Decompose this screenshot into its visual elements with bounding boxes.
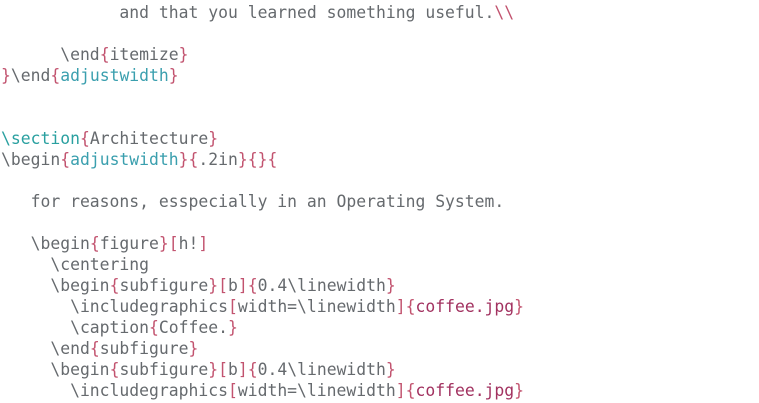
code-token: \end: [1, 339, 90, 358]
code-token: }: [1, 66, 11, 85]
code-token: {: [89, 234, 100, 253]
code-token: }: [208, 129, 219, 148]
code-token: }: [385, 360, 396, 379]
code-token: }: [178, 45, 189, 64]
code-token: }[: [208, 276, 228, 295]
code-token: }: [227, 318, 238, 337]
code-token: \\: [494, 3, 515, 22]
code-token: b: [228, 360, 238, 379]
code-line[interactable]: \begin{subfigure}[b]{0.4\linewidth}: [1, 359, 396, 380]
code-token: \section: [1, 129, 80, 148]
code-token: \begin: [1, 150, 61, 169]
code-token: }{}{: [237, 150, 278, 169]
code-token: subfigure: [119, 276, 209, 295]
code-token: ]{: [237, 276, 258, 295]
code-token: 0.4\linewidth: [257, 360, 386, 379]
code-token: {: [109, 276, 120, 295]
code-token: Coffee.: [158, 318, 228, 337]
code-token: }{: [178, 150, 199, 169]
code-token: adjustwidth: [70, 150, 179, 169]
code-line[interactable]: \section{Architecture}: [1, 128, 218, 149]
code-line[interactable]: for reasons, esspecially in an Operating…: [1, 191, 505, 212]
code-token: width=\linewidth: [237, 297, 396, 316]
code-token: }[: [208, 360, 228, 379]
code-token: }: [514, 297, 525, 316]
code-line[interactable]: \end{subfigure}: [1, 338, 198, 359]
code-editor[interactable]: and that you learned something useful.\\…: [0, 0, 759, 403]
code-token: [: [227, 381, 238, 400]
code-token: ]{: [395, 297, 416, 316]
code-line[interactable]: \includegraphics[width=\linewidth]{coffe…: [1, 380, 524, 401]
code-token: 0.4\linewidth: [257, 276, 386, 295]
code-token: {: [149, 318, 159, 337]
code-token: ]{: [237, 360, 258, 379]
code-line[interactable]: \begin{subfigure}[b]{0.4\linewidth}: [1, 275, 396, 296]
code-token: }[: [158, 234, 179, 253]
code-token: [: [227, 297, 238, 316]
code-line[interactable]: \begin{figure}[h!]: [1, 233, 209, 254]
code-line[interactable]: \caption{Coffee.}: [1, 317, 238, 338]
code-token: itemize: [109, 45, 179, 64]
code-token: coffee.jpg: [415, 297, 515, 316]
code-line[interactable]: \includegraphics[width=\linewidth]{coffe…: [1, 296, 524, 317]
code-token: coffee.jpg: [415, 381, 515, 400]
code-token: {: [89, 339, 100, 358]
code-token: subfigure: [119, 360, 209, 379]
code-token: }: [385, 276, 396, 295]
code-token: {: [109, 360, 120, 379]
code-token: ]: [198, 234, 209, 253]
code-line[interactable]: \end{itemize}: [1, 44, 189, 65]
code-token: h!: [178, 234, 199, 253]
code-token: {: [60, 150, 71, 169]
code-line[interactable]: }\end{adjustwidth}: [1, 65, 179, 86]
code-token: \begin: [1, 360, 110, 379]
code-token: \begin: [1, 234, 90, 253]
code-token: ]{: [395, 381, 416, 400]
code-token: {: [50, 66, 61, 85]
code-token: b: [228, 276, 238, 295]
code-token: .2in: [198, 150, 238, 169]
code-token: \end: [10, 66, 51, 85]
code-token: adjustwidth: [60, 66, 169, 85]
code-token: }: [188, 339, 199, 358]
code-token: for reasons, esspecially in an Operating…: [1, 192, 505, 211]
code-token: Architecture: [89, 129, 209, 148]
code-token: \caption: [1, 318, 150, 337]
code-line[interactable]: \begin{adjustwidth}{.2in}{}{: [1, 149, 277, 170]
code-token: subfigure: [99, 339, 189, 358]
code-token: \begin: [1, 276, 110, 295]
code-token: width=\linewidth: [237, 381, 396, 400]
code-token: }: [168, 66, 179, 85]
code-token: and that you learned something useful.: [1, 3, 495, 22]
code-token: }: [514, 381, 525, 400]
code-token: \end: [1, 45, 100, 64]
code-token: {: [79, 129, 90, 148]
code-line[interactable]: \centering: [1, 254, 149, 275]
code-token: \centering: [1, 255, 150, 274]
code-token: figure: [99, 234, 159, 253]
code-token: {: [99, 45, 110, 64]
code-token: \includegraphics: [1, 297, 228, 316]
code-token: \includegraphics: [1, 381, 228, 400]
code-line[interactable]: and that you learned something useful.\\: [1, 2, 514, 23]
